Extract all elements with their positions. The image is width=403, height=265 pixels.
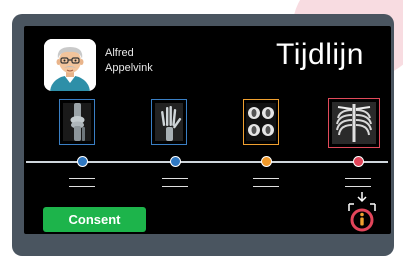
hand-xray-image [155,103,183,141]
timeline-marker-2[interactable] [170,156,181,167]
timeline-image-hand-xray[interactable] [151,99,187,145]
page-title: Tijdlijn [276,38,364,71]
timeline-marker-4[interactable] [353,156,364,167]
patient-first-name: Alfred [105,47,134,59]
patient-avatar-illustration [44,39,96,91]
timeline-marker-1[interactable] [77,156,88,167]
timeline-marker-3[interactable] [261,156,272,167]
chest-xray-image [332,102,376,144]
timeline-image-brain-ct[interactable] [243,99,279,145]
date-placeholder-line [253,178,279,179]
patient-last-name: Appelvink [105,62,153,74]
timeline-image-chest-xray[interactable] [328,98,380,148]
knee-xray-image [63,103,91,141]
date-placeholder-line [69,186,95,187]
date-placeholder-line [345,178,371,179]
patient-name: Alfred Appelvink [105,46,153,76]
date-placeholder-line [162,178,188,179]
info-icon[interactable] [343,192,381,234]
patient-avatar[interactable] [44,39,96,91]
date-placeholder-line [345,186,371,187]
brain-ct-image [246,103,276,141]
timeline-image-knee-xray[interactable] [59,99,95,145]
date-placeholder-line [253,186,279,187]
date-placeholder-line [69,178,95,179]
consent-button[interactable]: Consent [43,207,146,232]
date-placeholder-line [162,186,188,187]
